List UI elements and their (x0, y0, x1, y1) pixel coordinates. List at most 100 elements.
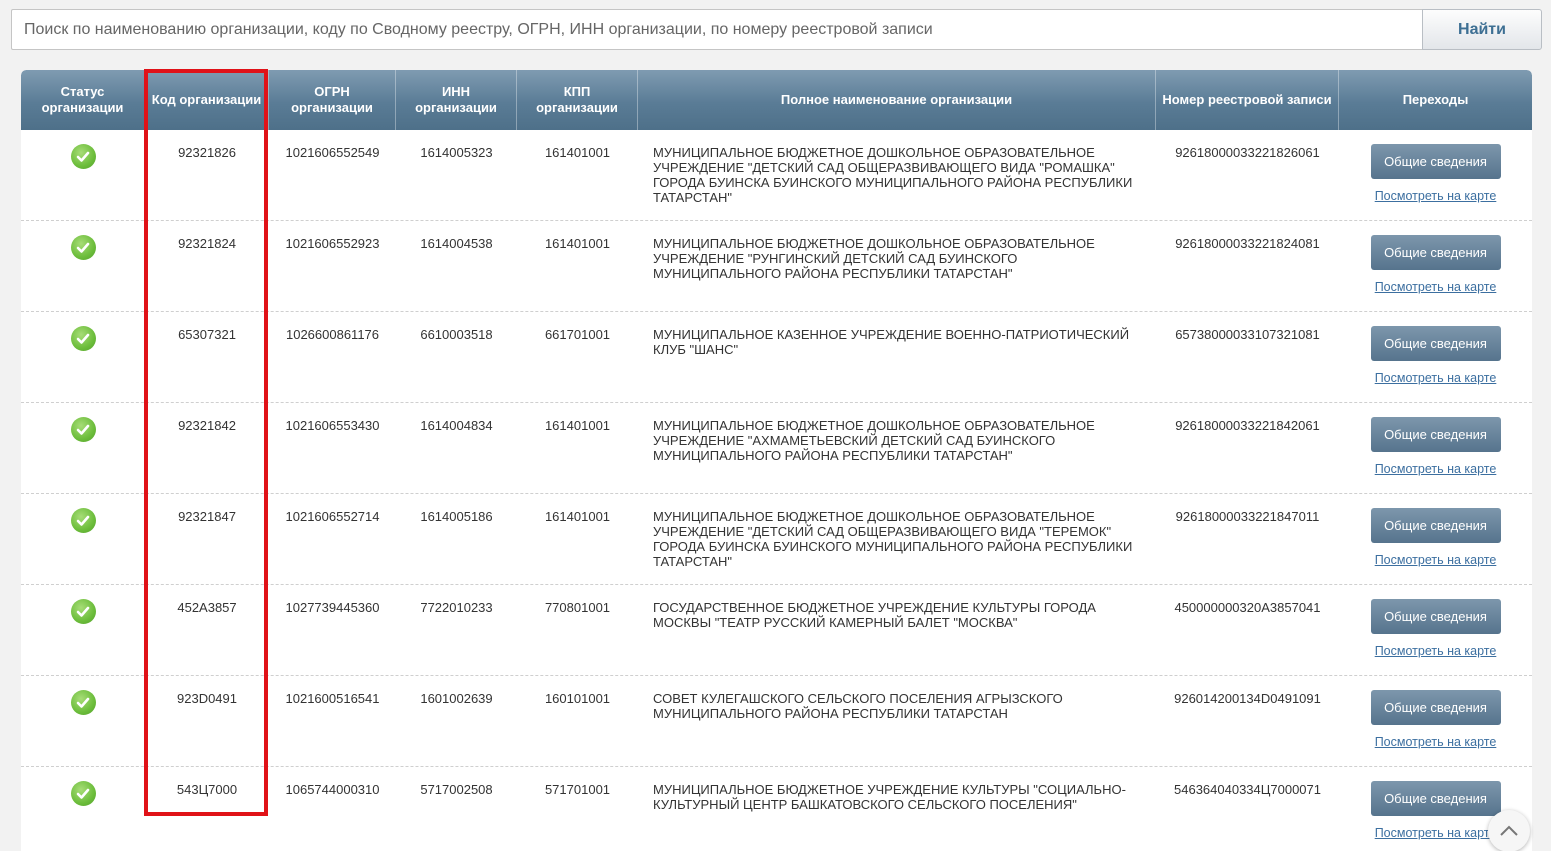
header-status: Статус организации (21, 70, 145, 130)
inn-cell: 1614005186 (420, 509, 493, 524)
search-input[interactable] (11, 9, 1422, 50)
scroll-to-top-button[interactable] (1488, 810, 1530, 851)
table-row: 543Ц7000 1065744000310 5717002508 571701… (21, 767, 1532, 851)
ogrn-cell: 1021606553430 (285, 418, 380, 433)
view-on-map-link[interactable]: Посмотреть на карте (1375, 735, 1497, 750)
header-code: Код организации (145, 70, 269, 130)
actions-cell: Общие сведения Посмотреть на карте (1339, 494, 1532, 584)
table-row: 923D0491 1021600516541 1601002639 160101… (21, 676, 1532, 767)
full-name-cell: МУНИЦИПАЛЬНОЕ БЮДЖЕТНОЕ ДОШКОЛЬНОЕ ОБРАЗ… (653, 236, 1095, 281)
ogrn-cell: 1021606552714 (285, 509, 380, 524)
header-actions: Переходы (1402, 92, 1469, 107)
code-cell: 452А3857 (177, 600, 237, 615)
general-info-button[interactable]: Общие сведения (1370, 235, 1501, 270)
view-on-map-link[interactable]: Посмотреть на карте (1375, 280, 1497, 295)
view-on-map-link[interactable]: Посмотреть на карте (1375, 189, 1497, 204)
inn-cell: 7722010233 (420, 600, 493, 615)
registry-number-cell: 92618000033221842061 (1175, 418, 1320, 433)
registry-number-cell: 546364040334Ц7000071 (1174, 782, 1321, 797)
code-cell: 92321826 (178, 145, 236, 160)
view-on-map-link[interactable]: Посмотреть на карте (1375, 644, 1497, 659)
view-on-map-link[interactable]: Посмотреть на карте (1375, 553, 1497, 568)
general-info-button[interactable]: Общие сведения (1370, 599, 1501, 634)
full-name-cell: ГОСУДАРСТВЕННОЕ БЮДЖЕТНОЕ УЧРЕЖДЕНИЕ КУЛ… (653, 600, 1096, 630)
check-circle-icon (70, 326, 96, 351)
full-name-cell: МУНИЦИПАЛЬНОЕ БЮДЖЕТНОЕ ДОШКОЛЬНОЕ ОБРАЗ… (653, 509, 1133, 569)
header-kpp: КПП организации (517, 70, 638, 130)
status-cell (21, 767, 145, 851)
general-info-button[interactable]: Общие сведения (1370, 417, 1501, 452)
status-cell (21, 676, 145, 766)
code-cell: 543Ц7000 (176, 782, 238, 797)
table-header: Статус организации Код организации ОГРН … (21, 70, 1532, 130)
general-info-button[interactable]: Общие сведения (1370, 781, 1501, 816)
search-button[interactable]: Найти (1422, 9, 1542, 50)
kpp-cell: 661701001 (544, 327, 611, 342)
inn-cell: 1614005323 (420, 145, 493, 160)
check-circle-icon (70, 690, 96, 715)
table-row: 92321826 1021606552549 1614005323 161401… (21, 130, 1532, 221)
search-bar: Найти (11, 9, 1542, 50)
page: Найти Статус организации Код организации… (0, 0, 1551, 851)
check-circle-icon (70, 235, 96, 260)
kpp-cell: 160101001 (544, 691, 611, 706)
table-row: 65307321 1026600861176 6610003518 661701… (21, 312, 1532, 403)
actions-cell: Общие сведения Посмотреть на карте (1339, 130, 1532, 220)
header-inn: ИНН организации (396, 70, 517, 130)
check-circle-icon (70, 508, 96, 533)
full-name-cell: МУНИЦИПАЛЬНОЕ КАЗЕННОЕ УЧРЕЖДЕНИЕ ВОЕННО… (653, 327, 1130, 357)
registry-number-cell: 926014200134D0491091 (1174, 691, 1321, 706)
status-cell (21, 403, 145, 493)
table-row: 452А3857 1027739445360 7722010233 770801… (21, 585, 1532, 676)
general-info-button[interactable]: Общие сведения (1370, 326, 1501, 361)
actions-cell: Общие сведения Посмотреть на карте (1339, 312, 1532, 402)
registry-number-cell: 65738000033107321081 (1175, 327, 1320, 342)
organizations-table: Статус организации Код организации ОГРН … (21, 70, 1532, 851)
kpp-cell: 770801001 (544, 600, 611, 615)
chevron-up-icon (1500, 825, 1518, 836)
inn-cell: 6610003518 (420, 327, 493, 342)
check-circle-icon (70, 417, 96, 442)
ogrn-cell: 1026600861176 (285, 327, 380, 342)
registry-number-cell: 92618000033221824081 (1175, 236, 1320, 251)
inn-cell: 1614004538 (420, 236, 493, 251)
actions-cell: Общие сведения Посмотреть на карте (1339, 221, 1532, 311)
view-on-map-link[interactable]: Посмотреть на карте (1375, 371, 1497, 386)
view-on-map-link[interactable]: Посмотреть на карте (1375, 826, 1497, 841)
status-cell (21, 494, 145, 584)
inn-cell: 1614004834 (420, 418, 493, 433)
header-ogrn: ОГРН организации (269, 70, 396, 130)
actions-cell: Общие сведения Посмотреть на карте (1339, 585, 1532, 675)
general-info-button[interactable]: Общие сведения (1370, 508, 1501, 543)
full-name-cell: СОВЕТ КУЛЕГАШСКОГО СЕЛЬСКОГО ПОСЕЛЕНИЯ А… (653, 691, 1063, 721)
table-row: 92321842 1021606553430 1614004834 161401… (21, 403, 1532, 494)
check-circle-icon (70, 781, 96, 806)
kpp-cell: 161401001 (544, 418, 611, 433)
status-cell (21, 221, 145, 311)
status-cell (21, 312, 145, 402)
general-info-button[interactable]: Общие сведения (1370, 144, 1501, 179)
full-name-cell: МУНИЦИПАЛЬНОЕ БЮДЖЕТНОЕ ДОШКОЛЬНОЕ ОБРАЗ… (653, 145, 1133, 205)
full-name-cell: МУНИЦИПАЛЬНОЕ БЮДЖЕТНОЕ ДОШКОЛЬНОЕ ОБРАЗ… (653, 418, 1095, 463)
registry-number-cell: 92618000033221847011 (1175, 509, 1320, 524)
code-cell: 92321824 (178, 236, 236, 251)
status-cell (21, 585, 145, 675)
status-cell (21, 130, 145, 220)
registry-number-cell: 450000000320А3857041 (1174, 600, 1321, 615)
view-on-map-link[interactable]: Посмотреть на карте (1375, 462, 1497, 477)
check-circle-icon (70, 144, 96, 169)
kpp-cell: 161401001 (544, 236, 611, 251)
check-circle-icon (70, 599, 96, 624)
kpp-cell: 161401001 (544, 509, 611, 524)
ogrn-cell: 1065744000310 (285, 782, 380, 797)
table-body: 92321826 1021606552549 1614005323 161401… (21, 130, 1532, 851)
registry-number-cell: 92618000033221826061 (1175, 145, 1320, 160)
ogrn-cell: 1021606552923 (285, 236, 380, 251)
general-info-button[interactable]: Общие сведения (1370, 690, 1501, 725)
actions-cell: Общие сведения Посмотреть на карте (1339, 403, 1532, 493)
header-full-name: Полное наименование организации (638, 70, 1156, 130)
inn-cell: 1601002639 (420, 691, 493, 706)
code-cell: 65307321 (178, 327, 236, 342)
ogrn-cell: 1021606552549 (285, 145, 380, 160)
full-name-cell: МУНИЦИПАЛЬНОЕ БЮДЖЕТНОЕ УЧРЕЖДЕНИЕ КУЛЬТ… (653, 782, 1126, 812)
